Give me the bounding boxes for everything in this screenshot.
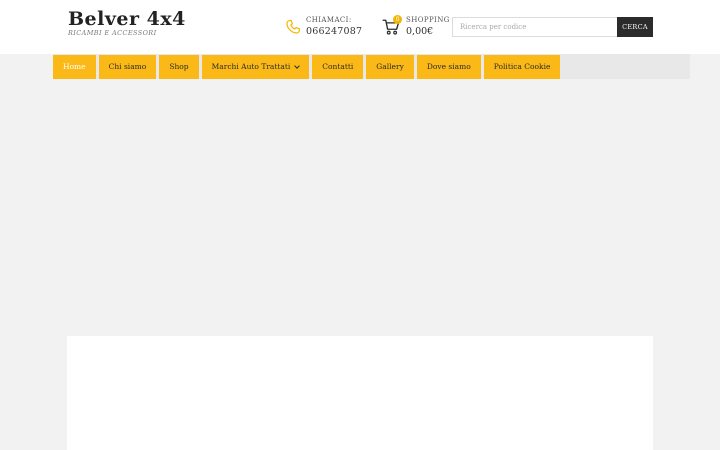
nav-item-home[interactable]: Home bbox=[53, 55, 96, 79]
nav-item-label: Shop bbox=[169, 62, 189, 71]
nav-item-gallery[interactable]: Gallery bbox=[366, 55, 414, 79]
nav-item-politica-cookie[interactable]: Politica Cookie bbox=[483, 55, 561, 79]
site-logo[interactable]: Belver 4x4 Ricambi e accessori bbox=[68, 8, 186, 37]
nav-item-dove-siamo[interactable]: Dove siamo bbox=[416, 55, 481, 79]
nav-item-contatti[interactable]: Contatti bbox=[312, 55, 364, 79]
logo-title: Belver 4x4 bbox=[68, 8, 186, 30]
cart-count-badge: 0 bbox=[393, 15, 402, 24]
chevron-down-icon bbox=[294, 62, 301, 69]
contact-phone[interactable]: 066247087 bbox=[306, 26, 362, 37]
search-form: Cerca bbox=[452, 17, 653, 37]
nav-item-label: Chi siamo bbox=[108, 62, 147, 71]
cart-label: Shopping bbox=[406, 16, 450, 24]
nav-item-label: Politica Cookie bbox=[493, 62, 551, 71]
nav-item-chi-siamo[interactable]: Chi siamo bbox=[98, 55, 157, 79]
nav-item-label: Home bbox=[63, 62, 86, 71]
nav-item-shop[interactable]: Shop bbox=[159, 55, 199, 79]
contact-label: Chiamaci: bbox=[306, 16, 352, 24]
cart-icon-wrapper: 0 bbox=[382, 15, 402, 36]
nav-item-marchi-auto-trattati[interactable]: Marchi Auto Trattati bbox=[201, 55, 310, 79]
nav-item-label: Contatti bbox=[322, 62, 354, 71]
site-header: Belver 4x4 Ricambi e accessori Chiamaci:… bbox=[0, 0, 720, 54]
logo-subtitle: Ricambi e accessori bbox=[68, 29, 157, 37]
nav-item-label: Marchi Auto Trattati bbox=[211, 62, 291, 71]
contact-block: Chiamaci: 066247087 bbox=[285, 16, 362, 37]
search-button[interactable]: Cerca bbox=[617, 17, 653, 37]
cart-block[interactable]: 0 Shopping 0,00€ bbox=[382, 15, 450, 37]
search-input[interactable] bbox=[452, 17, 617, 37]
content-panel bbox=[67, 336, 653, 450]
phone-icon bbox=[286, 19, 300, 34]
main-navigation: Home Chi siamo Shop Marchi Auto Trattati… bbox=[53, 55, 563, 79]
cart-total: 0,00€ bbox=[406, 26, 434, 37]
nav-item-label: Gallery bbox=[376, 62, 404, 71]
nav-item-label: Dove siamo bbox=[426, 62, 471, 71]
